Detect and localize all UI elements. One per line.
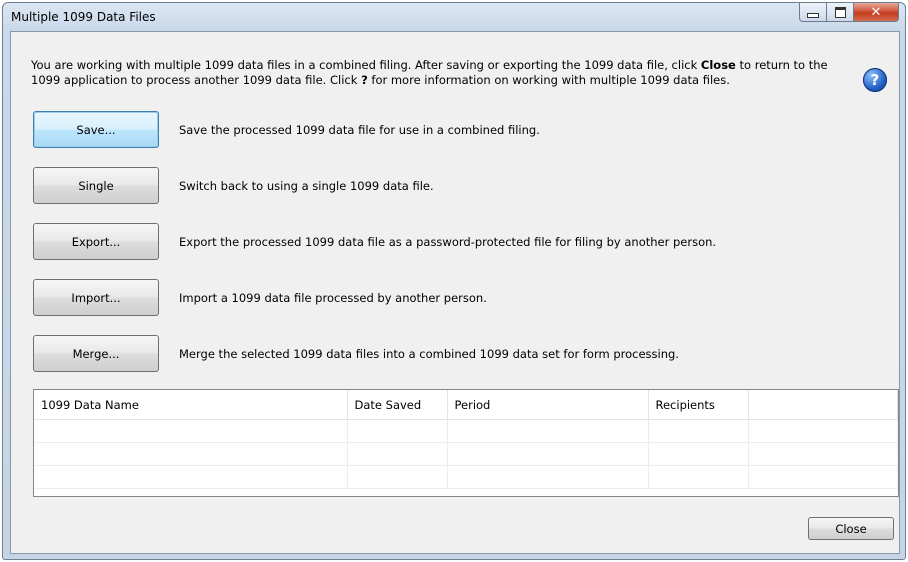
minimize-icon [807, 12, 819, 18]
caption-buttons: ✕ [799, 3, 899, 23]
help-icon[interactable]: ? [863, 68, 887, 92]
intro-text-part3: for more information on working with mul… [367, 73, 730, 87]
intro-text-part1: You are working with multiple 1099 data … [31, 58, 701, 72]
dialog-window: Multiple 1099 Data Files ✕ You are worki… [2, 2, 906, 560]
dialog-client-area: You are working with multiple 1099 data … [10, 31, 900, 554]
import-description: Import a 1099 data file processed by ano… [179, 291, 487, 305]
column-header-date-saved[interactable]: Date Saved [347, 390, 448, 420]
column-header-extra[interactable] [748, 390, 898, 420]
merge-description: Merge the selected 1099 data files into … [179, 347, 679, 361]
column-header-recipients[interactable]: Recipients [648, 390, 749, 420]
table-row[interactable] [34, 465, 898, 489]
table-row[interactable] [34, 442, 898, 466]
import-button[interactable]: Import... [33, 279, 159, 316]
maximize-button[interactable] [827, 3, 854, 22]
table-row[interactable] [34, 419, 898, 443]
export-description: Export the processed 1099 data file as a… [179, 235, 717, 249]
export-button[interactable]: Export... [33, 223, 159, 260]
minimize-button[interactable] [799, 3, 827, 22]
data-files-table[interactable]: 1099 Data Name Date Saved Period Recipie… [33, 389, 899, 497]
single-description: Switch back to using a single 1099 data … [179, 179, 434, 193]
intro-help-word: ? [361, 73, 368, 87]
save-description: Save the processed 1099 data file for us… [179, 123, 540, 137]
intro-text: You are working with multiple 1099 data … [31, 58, 831, 88]
maximize-icon [834, 6, 846, 18]
column-header-data-name[interactable]: 1099 Data Name [34, 390, 348, 420]
window-close-button[interactable]: ✕ [854, 3, 899, 22]
intro-close-word: Close [700, 58, 736, 72]
merge-button[interactable]: Merge... [33, 335, 159, 372]
save-button[interactable]: Save... [33, 111, 159, 148]
single-button[interactable]: Single [33, 167, 159, 204]
table-header-row: 1099 Data Name Date Saved Period Recipie… [34, 390, 898, 420]
title-bar[interactable]: Multiple 1099 Data Files ✕ [3, 3, 905, 31]
close-icon: ✕ [870, 4, 882, 20]
window-title: Multiple 1099 Data Files [11, 10, 156, 24]
column-header-period[interactable]: Period [447, 390, 649, 420]
close-button[interactable]: Close [808, 517, 894, 540]
